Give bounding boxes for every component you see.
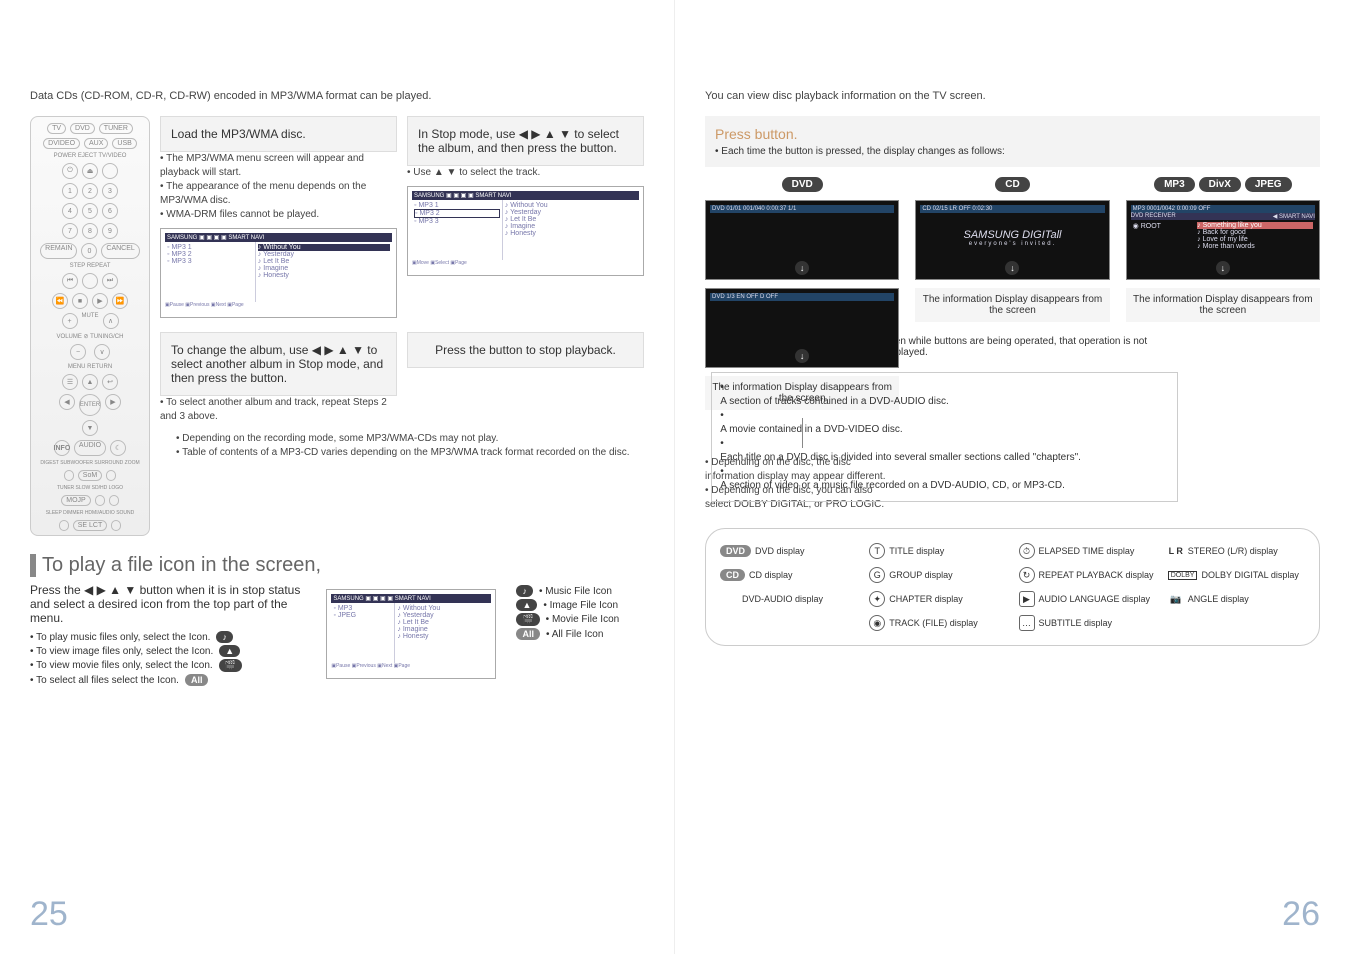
step-indicator-cd: ↓ xyxy=(1005,261,1019,275)
step1-box: Load the MP3/WMA disc. xyxy=(160,116,397,152)
legend-dvd-icon: DVD xyxy=(720,545,751,557)
mp3-info: The information Display disappears from … xyxy=(1126,288,1320,322)
mp3-screen: MP3 0001/0042 0:00:09 OFF DVD RECEIVER◀ … xyxy=(1126,200,1320,280)
mp3-badge: MP3 xyxy=(1154,177,1195,192)
dvd-badge: DVD xyxy=(782,177,823,192)
steps-column: Load the MP3/WMA disc. • The MP3/WMA men… xyxy=(160,116,644,536)
step4-box: Press the button to stop playback. xyxy=(407,332,644,368)
press-box: Press button. • Each time the button is … xyxy=(705,116,1320,167)
legend-title-icon: T xyxy=(869,543,885,559)
cd-screen: CD 02/15 LR OFF 0:02:30 SAMSUNG DIGITall… xyxy=(915,200,1109,280)
page-left: Data CDs (CD-ROM, CD-R, CD-RW) encoded i… xyxy=(0,0,675,954)
legend-audiolang-icon: ▶ xyxy=(1019,591,1035,607)
play-icon-section: To play a file icon in the screen, Press… xyxy=(30,554,644,688)
intro-right: You can view disc playback information o… xyxy=(705,90,1320,102)
cd-info: The information Display disappears from … xyxy=(915,288,1109,322)
press-sub: • Each time the button is pressed, the d… xyxy=(715,146,1310,157)
legend-angle-icon: 📷 xyxy=(1168,591,1184,607)
screen-sample-2: SAMSUNG ▣ ▣ ▣ ▣ SMART NAVI ◦ MP3 1 ◦ MP3… xyxy=(407,186,644,276)
play-icon-lead: Press the ◀ ▶ ▲ ▼ button when it is in s… xyxy=(30,583,306,625)
mp3-column: MP3 DivX JPEG MP3 0001/0042 0:00:09 OFF … xyxy=(1126,177,1320,512)
legend-chapter-icon: ✦ xyxy=(869,591,885,607)
step4-text: Press the button to stop playback. xyxy=(435,343,616,357)
cd-column: CD CD 02/15 LR OFF 0:02:30 SAMSUNG DIGIT… xyxy=(915,177,1109,512)
legend-music-icon: ♪ xyxy=(516,585,533,597)
legend-movie-icon: 🎬 xyxy=(516,613,539,626)
remote-column: TVDVDTUNER DVIDEOAUXUSB POWER EJECT TV/V… xyxy=(30,116,150,536)
legend-dolby-icon: DOLBY xyxy=(1168,571,1198,580)
step1-notes: • The MP3/WMA menu screen will appear an… xyxy=(160,152,397,222)
screen-sample-3: SAMSUNG ▣ ▣ ▣ ▣ SMART NAVI ◦ MP3 ◦ JPEG … xyxy=(326,589,496,679)
step2-note: • Use ▲ ▼ to select the track. xyxy=(407,166,644,180)
legend-box: DVDDVD display TTITLE display ⏱ELAPSED T… xyxy=(705,528,1320,646)
dvd-screen-1: DVD 01/01 001/040 0:00:37 1/1 ↓ xyxy=(705,200,899,280)
step-indicator-1a: ↓ xyxy=(795,261,809,275)
page-right: You can view disc playback information o… xyxy=(675,0,1350,954)
divx-badge: DivX xyxy=(1199,177,1241,192)
press-title: Press button. xyxy=(715,126,798,142)
step3-note: • To select another album and track, rep… xyxy=(160,396,397,424)
image-file-icon: ▲ xyxy=(219,645,240,657)
legend-elapsed-icon: ⏱ xyxy=(1019,543,1035,559)
remote-control: TVDVDTUNER DVIDEOAUXUSB POWER EJECT TV/V… xyxy=(30,116,150,536)
step3-box: To change the album, use ◀ ▶ ▲ ▼ to sele… xyxy=(160,332,397,396)
legend-subtitle-icon: … xyxy=(1019,615,1035,631)
step-indicator-mp3: ↓ xyxy=(1216,261,1230,275)
legend-repeat-icon: ↻ xyxy=(1019,567,1035,583)
movie-file-icon: 🎬 xyxy=(219,659,242,672)
dvd-screen-2: DVD 1/3 EN OFF D OFF ↓ xyxy=(705,288,899,368)
step2-box: In Stop mode, use ◀ ▶ ▲ ▼ to select the … xyxy=(407,116,644,166)
page-number-right: 26 xyxy=(1282,895,1320,934)
page-number-left: 25 xyxy=(30,895,68,934)
legend-stereo-icon: L R xyxy=(1168,543,1184,559)
step3-text: To change the album, use ◀ ▶ ▲ ▼ to sele… xyxy=(171,343,383,385)
step1-text: Load the MP3/WMA disc. xyxy=(171,127,306,141)
all-file-icon: All xyxy=(185,674,209,686)
legend-group-icon: G xyxy=(869,567,885,583)
step2-text: In Stop mode, use ◀ ▶ ▲ ▼ to select the … xyxy=(418,127,619,155)
legend-image-icon: ▲ xyxy=(516,599,537,611)
legend-cd-icon: CD xyxy=(720,569,745,581)
jpeg-badge: JPEG xyxy=(1245,177,1292,192)
intro-left: Data CDs (CD-ROM, CD-R, CD-RW) encoded i… xyxy=(30,90,644,102)
legend-track-icon: ◉ xyxy=(869,615,885,631)
play-icon-title: To play a file icon in the screen, xyxy=(30,554,644,577)
screen-sample-1: SAMSUNG ▣ ▣ ▣ ▣ SMART NAVI ◦ MP3 1 ◦ MP3… xyxy=(160,228,397,318)
definitions-box: • A section of tracks contained in a DVD… xyxy=(711,372,1177,502)
footnotes: • Depending on the recording mode, some … xyxy=(160,432,644,460)
music-file-icon: ♪ xyxy=(216,631,233,643)
cd-badge: CD xyxy=(995,177,1029,192)
step-indicator-1b: ↓ xyxy=(795,349,809,363)
legend-all-icon: All xyxy=(516,628,540,640)
